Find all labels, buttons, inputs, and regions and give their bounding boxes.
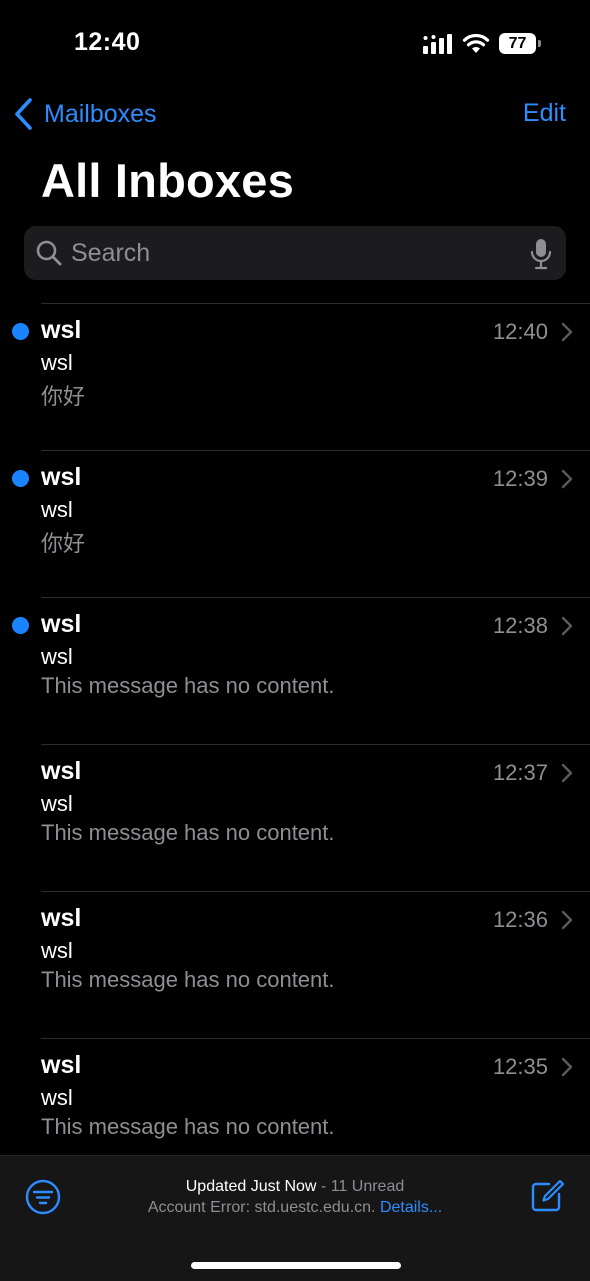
message-time: 12:37 [492, 760, 548, 785]
chevron-right-icon [561, 910, 573, 930]
compose-icon[interactable] [529, 1178, 565, 1214]
message-preview: This message has no content. [41, 673, 335, 698]
message-sender: wsl [41, 463, 82, 491]
chevron-right-icon [561, 616, 573, 636]
back-to-mailboxes-button[interactable]: Mailboxes [12, 96, 157, 132]
mailbox-status: Updated Just Now - 11 Unread Account Err… [60, 1176, 530, 1218]
updated-status: Updated Just Now [185, 1178, 317, 1195]
message-sender: wsl [41, 316, 82, 344]
unread-count: 11 Unread [330, 1178, 405, 1195]
message-subject: wsl [41, 791, 73, 816]
details-link[interactable]: Details... [380, 1199, 442, 1216]
message-subject: wsl [41, 938, 73, 963]
message-sender: wsl [41, 757, 82, 785]
chevron-right-icon [561, 763, 573, 783]
message-row[interactable]: wsl 12:36 wsl This message has no conten… [0, 891, 590, 1038]
unread-indicator [12, 617, 29, 634]
status-separator: - [316, 1178, 331, 1195]
message-row[interactable]: wsl 12:39 wsl 你好 [0, 450, 590, 597]
chevron-right-icon [561, 322, 573, 342]
page-title: All Inboxes [41, 154, 294, 207]
message-subject: wsl [41, 1085, 73, 1110]
bottom-toolbar: Updated Just Now - 11 Unread Account Err… [0, 1155, 590, 1281]
message-subject: wsl [41, 644, 73, 669]
microphone-icon[interactable] [530, 238, 552, 270]
search-input[interactable] [71, 236, 511, 270]
chevron-right-icon [561, 469, 573, 489]
cellular-signal-icon [423, 34, 452, 54]
home-indicator [191, 1262, 401, 1269]
wifi-icon [462, 33, 490, 53]
chevron-left-icon [15, 98, 32, 130]
message-row[interactable]: wsl 12:40 wsl 你好 [0, 303, 590, 450]
message-preview: 你好 [41, 384, 86, 409]
message-preview: This message has no content. [41, 820, 335, 845]
battery-level: 77 [508, 34, 527, 52]
message-sender: wsl [41, 904, 82, 932]
message-row[interactable]: wsl 12:37 wsl This message has no conten… [0, 744, 590, 891]
message-preview: This message has no content. [41, 967, 335, 992]
message-row[interactable]: wsl 12:38 wsl This message has no conten… [0, 597, 590, 744]
message-subject: wsl [41, 350, 73, 375]
filter-icon[interactable] [25, 1179, 61, 1215]
message-time: 12:36 [492, 907, 548, 932]
search-bar[interactable] [24, 226, 566, 280]
search-icon [36, 240, 62, 266]
message-sender: wsl [41, 610, 82, 638]
unread-indicator [12, 323, 29, 340]
message-time: 12:38 [492, 613, 548, 638]
message-time: 12:39 [492, 466, 548, 491]
edit-button[interactable]: Edit [523, 99, 566, 128]
account-error-text: Account Error: std.uestc.edu.cn. [147, 1199, 376, 1216]
message-list: wsl 12:40 wsl 你好 wsl 12:39 wsl 你好 wsl 12… [0, 303, 590, 1185]
message-subject: wsl [41, 497, 73, 522]
battery-icon: 77 [499, 33, 541, 54]
unread-indicator [12, 470, 29, 487]
message-preview: This message has no content. [41, 1114, 335, 1139]
message-sender: wsl [41, 1051, 82, 1079]
status-time: 12:40 [74, 28, 141, 56]
message-preview: 你好 [41, 531, 86, 556]
chevron-right-icon [561, 1057, 573, 1077]
back-label: Mailboxes [44, 99, 157, 128]
status-bar: 12:40 77 [0, 0, 590, 88]
message-time: 12:35 [492, 1054, 548, 1079]
message-time: 12:40 [492, 319, 548, 344]
